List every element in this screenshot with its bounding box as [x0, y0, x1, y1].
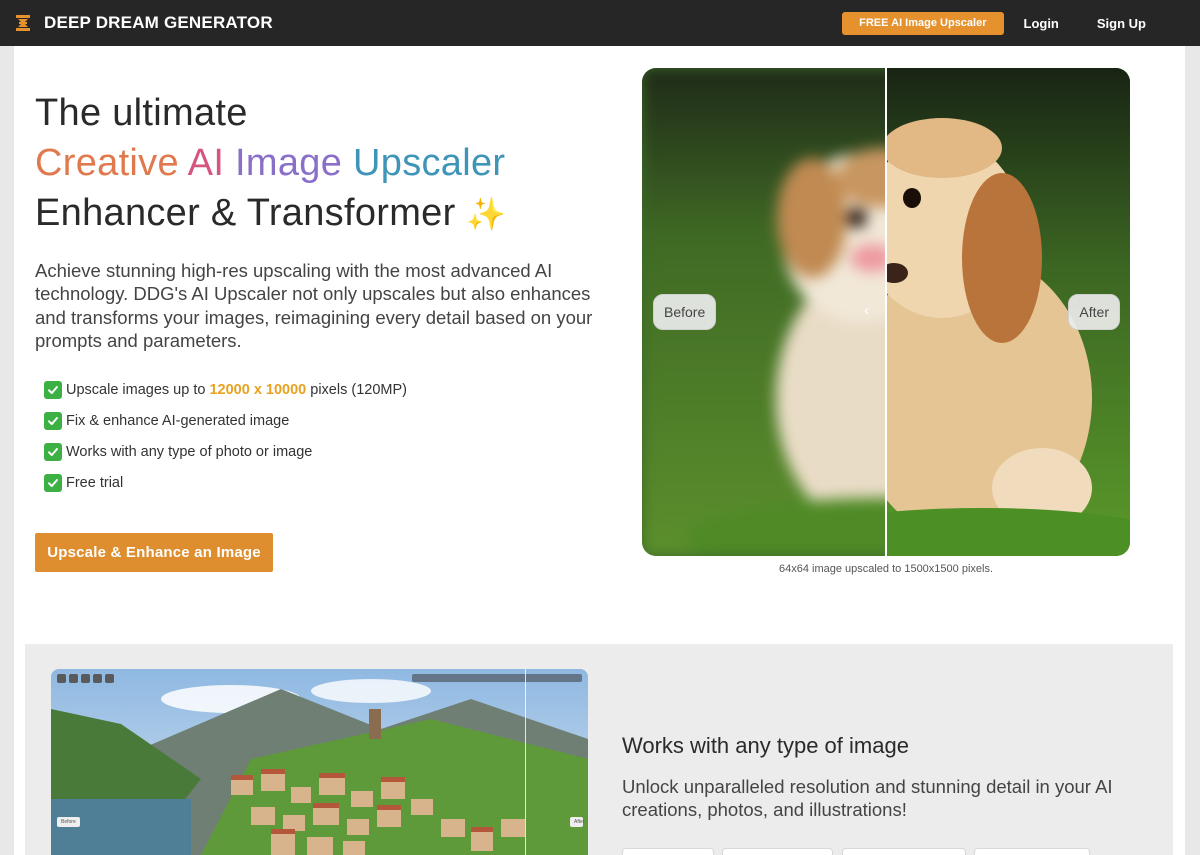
feature-text-after: pixels (120MP): [306, 381, 407, 398]
toolbar-icon: [81, 674, 90, 683]
title-line-2: Creative AI Image Upscaler: [35, 138, 595, 188]
nav-links: FREE AI Image Upscaler Login Sign Up: [842, 11, 1146, 35]
category-chip[interactable]: [622, 848, 714, 855]
before-after-slider[interactable]: ‹ Before After: [642, 68, 1130, 556]
before-label: Before: [653, 294, 717, 330]
login-link[interactable]: Login: [1024, 16, 1059, 31]
toolbar-icon: [105, 674, 114, 683]
title-word-creative: Creative: [35, 142, 179, 184]
village-landscape-image: [51, 669, 588, 855]
category-chip[interactable]: [842, 848, 966, 855]
feature-text: Works with any type of photo or image: [66, 443, 313, 460]
signup-link[interactable]: Sign Up: [1097, 16, 1146, 31]
feature-item: Upscale images up to 12000 x 10000 pixel…: [44, 374, 407, 405]
section-title: Works with any type of image: [622, 733, 909, 758]
toolbar-icon: [93, 674, 102, 683]
title-line-1: The ultimate: [35, 92, 248, 134]
title-word-ai: AI: [187, 142, 225, 184]
logo-icon: [16, 15, 30, 31]
screenshot-slider-divider: [525, 669, 526, 855]
checkmark-icon: [44, 473, 62, 492]
screenshot-after-label: After: [570, 817, 585, 827]
feature-list: Upscale images up to 12000 x 10000 pixel…: [44, 374, 407, 498]
checkmark-icon: [44, 442, 62, 461]
category-chip[interactable]: [974, 848, 1090, 855]
toolbar-icon: [69, 674, 78, 683]
feature-item: Fix & enhance AI-generated image: [44, 405, 407, 436]
title-word-upscaler: Upscaler: [353, 142, 506, 184]
title-line-3: Enhancer & Transformer ✨: [35, 188, 595, 239]
after-label: After: [1068, 294, 1120, 330]
title-word-image: Image: [235, 142, 343, 184]
village-screenshot: Before After: [51, 669, 588, 855]
sparkle-icon: ✨: [466, 196, 507, 232]
title-line-3-text: Enhancer & Transformer: [35, 192, 456, 234]
feature-text: Free trial: [66, 474, 124, 491]
checkmark-icon: [44, 411, 62, 430]
upscale-enhance-button[interactable]: Upscale & Enhance an Image: [35, 533, 273, 572]
comparison-caption: 64x64 image upscaled to 1500x1500 pixels…: [778, 563, 994, 575]
brand-name: DEEP DREAM GENERATOR: [44, 13, 273, 32]
feature-item: Free trial: [44, 467, 407, 498]
checkmark-icon: [44, 380, 62, 399]
screenshot-before-label: Before: [57, 817, 80, 827]
toolbar-icon: [57, 674, 66, 683]
top-nav: DEEP DREAM GENERATOR FREE AI Image Upsca…: [0, 0, 1200, 46]
screenshot-options-bar: [412, 674, 582, 682]
brand-link[interactable]: DEEP DREAM GENERATOR: [16, 13, 273, 33]
slider-divider[interactable]: [885, 68, 887, 556]
feature-item: Works with any type of photo or image: [44, 436, 407, 467]
category-chip[interactable]: [722, 848, 833, 855]
hero-description: Achieve stunning high-res upscaling with…: [35, 260, 593, 351]
free-upscaler-button[interactable]: FREE AI Image Upscaler: [842, 11, 1004, 35]
feature-highlight: 12000 x 10000: [209, 381, 307, 398]
feature-text-before: Upscale images up to: [66, 381, 210, 398]
chevron-left-icon: ‹: [864, 302, 870, 319]
hero-title: The ultimate Creative AI Image Upscaler …: [35, 88, 595, 239]
feature-text: Fix & enhance AI-generated image: [66, 412, 290, 429]
feature-text: Upscale images up to 12000 x 10000 pixel…: [66, 382, 407, 398]
section-description: Unlock unparalleled resolution and stunn…: [622, 776, 1113, 821]
screenshot-toolbar: [57, 674, 117, 683]
